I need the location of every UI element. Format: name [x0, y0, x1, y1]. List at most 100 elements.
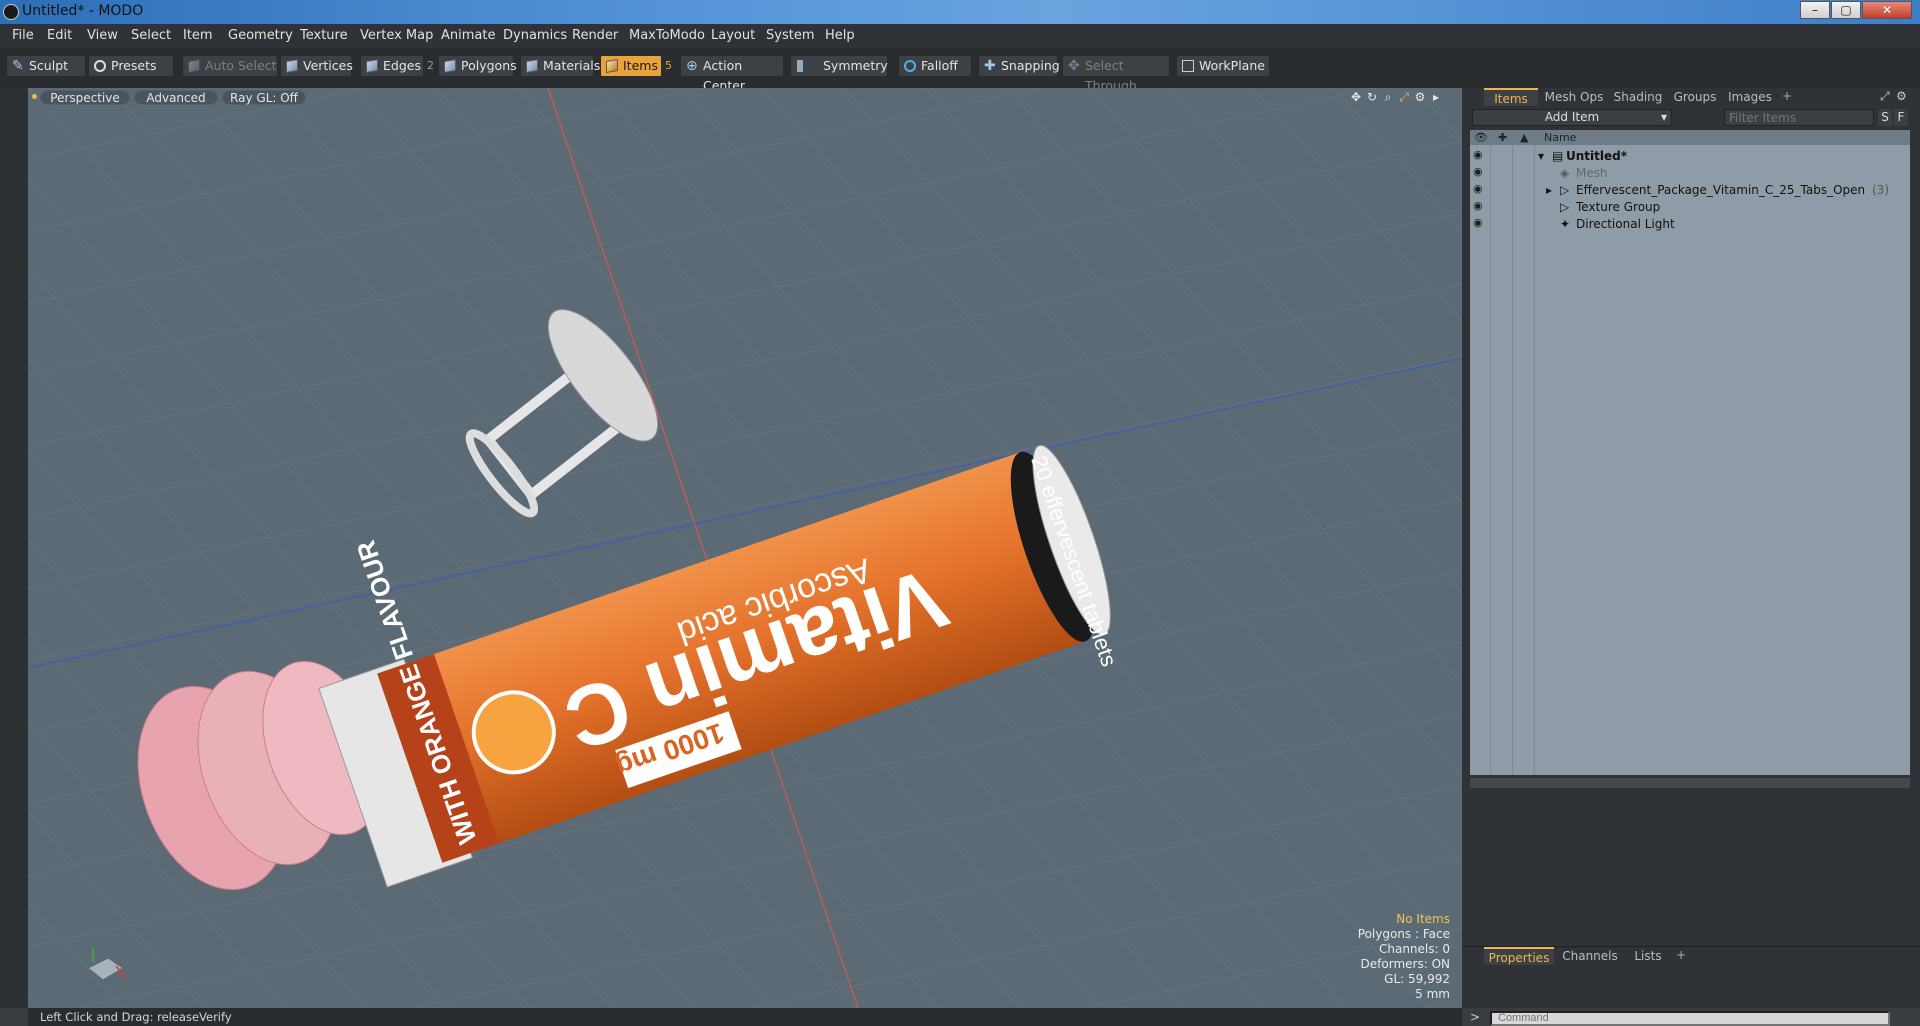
menu-edit[interactable]: Edit: [47, 28, 72, 43]
rotate-icon[interactable]: ↻: [1366, 91, 1378, 103]
list-scrollbar[interactable]: [1470, 778, 1910, 788]
workplane-label: WorkPlane: [1199, 58, 1265, 73]
3d-viewport[interactable]: Vitamin C Ascorbic acid 1000 mg WITH ORA…: [28, 88, 1462, 1008]
falloff-button[interactable]: Falloff: [898, 55, 972, 77]
snapping-button[interactable]: ✚ Snapping: [978, 55, 1060, 77]
eye-icon[interactable]: ◉: [1473, 217, 1485, 228]
hud-deformers: Deformers: ON: [1360, 957, 1450, 971]
materials-button[interactable]: Materials: [520, 55, 600, 77]
menu-geometry[interactable]: Geometry: [228, 28, 293, 43]
name-column-header[interactable]: Name: [1544, 131, 1576, 144]
expand-icon[interactable]: ▸: [1546, 183, 1552, 197]
menu-vertex-map[interactable]: Vertex Map: [360, 28, 433, 43]
select-through-button[interactable]: ✥ Select Through: [1062, 55, 1170, 93]
viewport-menu-icon[interactable]: ▸: [1430, 91, 1442, 103]
menu-animate[interactable]: Animate: [441, 28, 495, 43]
item-list: 👁 ✚ ▲ Name ◉ ▾ ▤ Untitled* ◉ ◈ Mesh ◉ ▸ …: [1470, 130, 1910, 775]
tree-label: Untitled*: [1566, 149, 1627, 163]
perspective-dropdown[interactable]: Perspective: [40, 90, 130, 105]
menu-help[interactable]: Help: [825, 28, 855, 43]
menu-texture[interactable]: Texture: [300, 28, 348, 43]
viewport-header: Perspective Advanced Ray GL: Off ✥ ↻ ⌕ ⤢…: [28, 88, 1462, 106]
tree-row-package[interactable]: ◉ ▸ ▷ Effervescent_Package_Vitamin_C_25_…: [1470, 181, 1910, 199]
viewport-hud: No Items Polygons : Face Channels: 0 Def…: [1358, 912, 1450, 1002]
menu-render[interactable]: Render: [572, 28, 618, 43]
add-item-label: Add Item: [1544, 110, 1600, 124]
items-icon: [606, 58, 618, 74]
advanced-dropdown[interactable]: Advanced: [134, 90, 218, 105]
select-through-icon: ✥: [1068, 58, 1080, 74]
sculpt-label: Sculpt: [29, 58, 69, 73]
polygons-button[interactable]: Polygons: [438, 55, 517, 77]
group-icon: ▷: [1560, 183, 1570, 197]
eye-icon[interactable]: ◉: [1473, 149, 1485, 160]
sculpt-button[interactable]: ✎ Sculpt: [6, 55, 86, 77]
command-input[interactable]: [1490, 1011, 1890, 1026]
close-button[interactable]: ✕: [1862, 1, 1912, 19]
edges-button[interactable]: Edges: [360, 55, 424, 77]
symmetry-icon: [797, 60, 809, 72]
status-bar: Left Click and Drag: releaseVerify: [28, 1008, 1462, 1026]
tab-channels[interactable]: Channels: [1558, 947, 1622, 965]
mesh-icon: ◈: [1560, 166, 1570, 180]
minimize-button[interactable]: –: [1800, 1, 1830, 19]
tab-shading[interactable]: Shading: [1610, 88, 1666, 106]
items-button[interactable]: Items: [600, 55, 662, 77]
menu-maxtomodo[interactable]: MaxToModo: [629, 28, 705, 43]
symmetry-button[interactable]: Symmetry: [790, 55, 888, 77]
viewport-gear-icon[interactable]: ⚙: [1414, 91, 1426, 103]
raygl-dropdown[interactable]: Ray GL: Off: [222, 90, 306, 105]
tree-row-scene[interactable]: ◉ ▾ ▤ Untitled*: [1470, 147, 1910, 165]
filter-items-input[interactable]: [1724, 109, 1874, 126]
command-prompt-icon: >: [1470, 1010, 1481, 1024]
tree-row-light[interactable]: ◉ ✦ Directional Light: [1470, 215, 1910, 233]
visibility-column-icon[interactable]: 👁: [1474, 131, 1488, 144]
menu-bar: File Edit View Select Item Geometry Text…: [0, 24, 1920, 49]
tab-items[interactable]: Items: [1484, 88, 1538, 106]
bottom-tab-bar: Properties Channels Lists +: [1462, 946, 1920, 965]
column-divider: [1534, 145, 1535, 775]
tree-row-texture-group[interactable]: ◉ ▷ Texture Group: [1470, 198, 1910, 216]
panel-gear-icon[interactable]: ⚙: [1896, 89, 1907, 103]
menu-view[interactable]: View: [87, 28, 118, 43]
eye-icon[interactable]: ◉: [1473, 166, 1485, 177]
maximize-button[interactable]: ▢: [1831, 1, 1861, 19]
menu-file[interactable]: File: [12, 28, 34, 43]
tree-row-mesh[interactable]: ◉ ◈ Mesh: [1470, 164, 1910, 182]
add-tab-icon[interactable]: +: [1782, 89, 1792, 103]
edges-icon: [366, 58, 378, 74]
tab-mesh-ops[interactable]: Mesh Ops: [1542, 88, 1606, 106]
edges-count: 2: [427, 59, 434, 72]
menu-system[interactable]: System: [766, 28, 814, 43]
menu-select[interactable]: Select: [131, 28, 171, 43]
eye-icon[interactable]: ◉: [1473, 183, 1485, 194]
tab-properties[interactable]: Properties: [1484, 947, 1554, 965]
snapping-icon: ✚: [984, 58, 996, 74]
fit-icon[interactable]: ⤢: [1398, 91, 1410, 103]
tab-lists[interactable]: Lists: [1626, 947, 1670, 965]
tab-images[interactable]: Images: [1724, 88, 1776, 106]
zoom-icon[interactable]: ⌕: [1382, 91, 1394, 103]
expand-icon[interactable]: ▾: [1538, 149, 1544, 163]
action-center-button[interactable]: ⊕ Action Center: [680, 55, 784, 93]
add-item-dropdown[interactable]: Add Item ▾: [1472, 109, 1672, 126]
brush-icon: ✎: [12, 58, 24, 74]
add-tab-icon[interactable]: +: [1676, 948, 1686, 962]
filter-f-button[interactable]: F: [1894, 109, 1908, 126]
eye-icon[interactable]: ◉: [1473, 200, 1485, 211]
panel-expand-icon[interactable]: ⤢: [1880, 89, 1890, 104]
workplane-button[interactable]: WorkPlane: [1176, 55, 1270, 77]
presets-icon: [94, 60, 106, 72]
menu-dynamics[interactable]: Dynamics: [503, 28, 567, 43]
column-divider: [1512, 145, 1513, 775]
menu-item[interactable]: Item: [183, 28, 213, 43]
render-column-icon[interactable]: ▲: [1520, 131, 1528, 144]
auto-select-button[interactable]: Auto Select: [182, 55, 278, 77]
filter-s-button[interactable]: S: [1878, 109, 1892, 126]
menu-layout[interactable]: Layout: [711, 28, 755, 43]
presets-button[interactable]: Presets: [88, 55, 174, 77]
tab-groups[interactable]: Groups: [1670, 88, 1720, 106]
lock-column-icon[interactable]: ✚: [1498, 131, 1507, 144]
pan-icon[interactable]: ✥: [1350, 91, 1362, 103]
vertices-button[interactable]: Vertices: [280, 55, 353, 77]
